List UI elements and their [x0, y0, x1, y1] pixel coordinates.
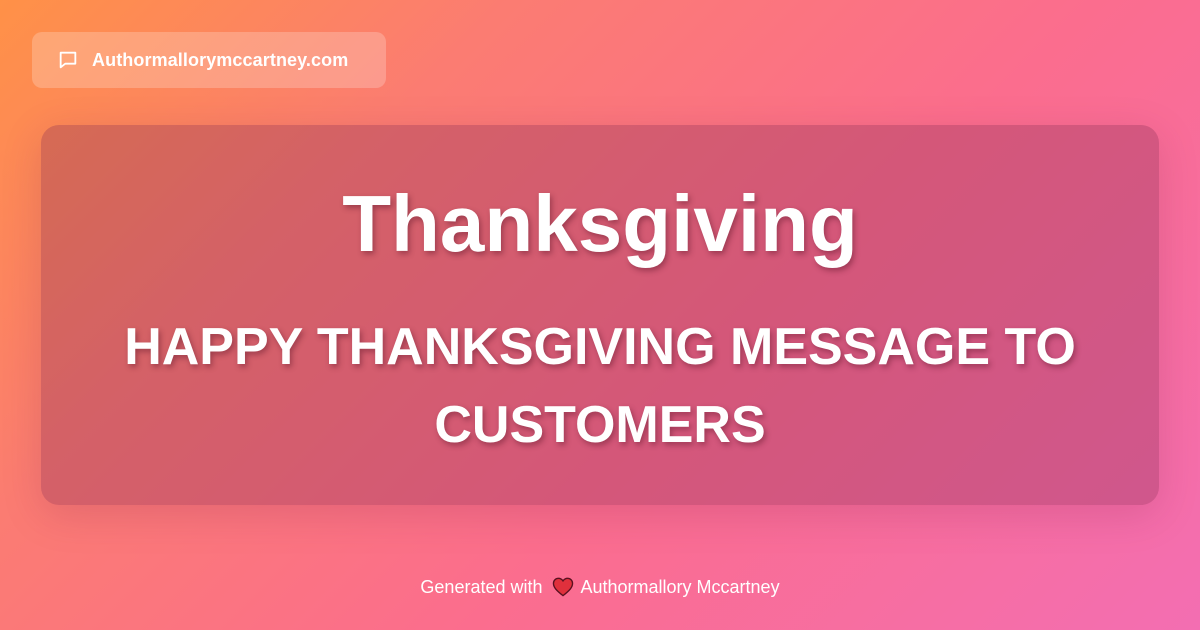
page-subtitle: HAPPY THANKSGIVING MESSAGE TO CUSTOMERS — [124, 318, 1076, 454]
heart-icon — [551, 576, 575, 598]
footer-credit: Generated with Authormallory Mccartney — [0, 574, 1200, 600]
chat-bubble-icon — [56, 48, 80, 72]
footer-author-name[interactable]: Authormallory Mccartney — [581, 574, 780, 600]
site-domain-label: Authormallorymccartney.com — [92, 49, 349, 70]
footer-generated-text: Generated with — [420, 577, 543, 597]
page-title: Thanksgiving — [342, 179, 858, 268]
site-domain-badge[interactable]: Authormallorymccartney.com — [32, 32, 386, 88]
